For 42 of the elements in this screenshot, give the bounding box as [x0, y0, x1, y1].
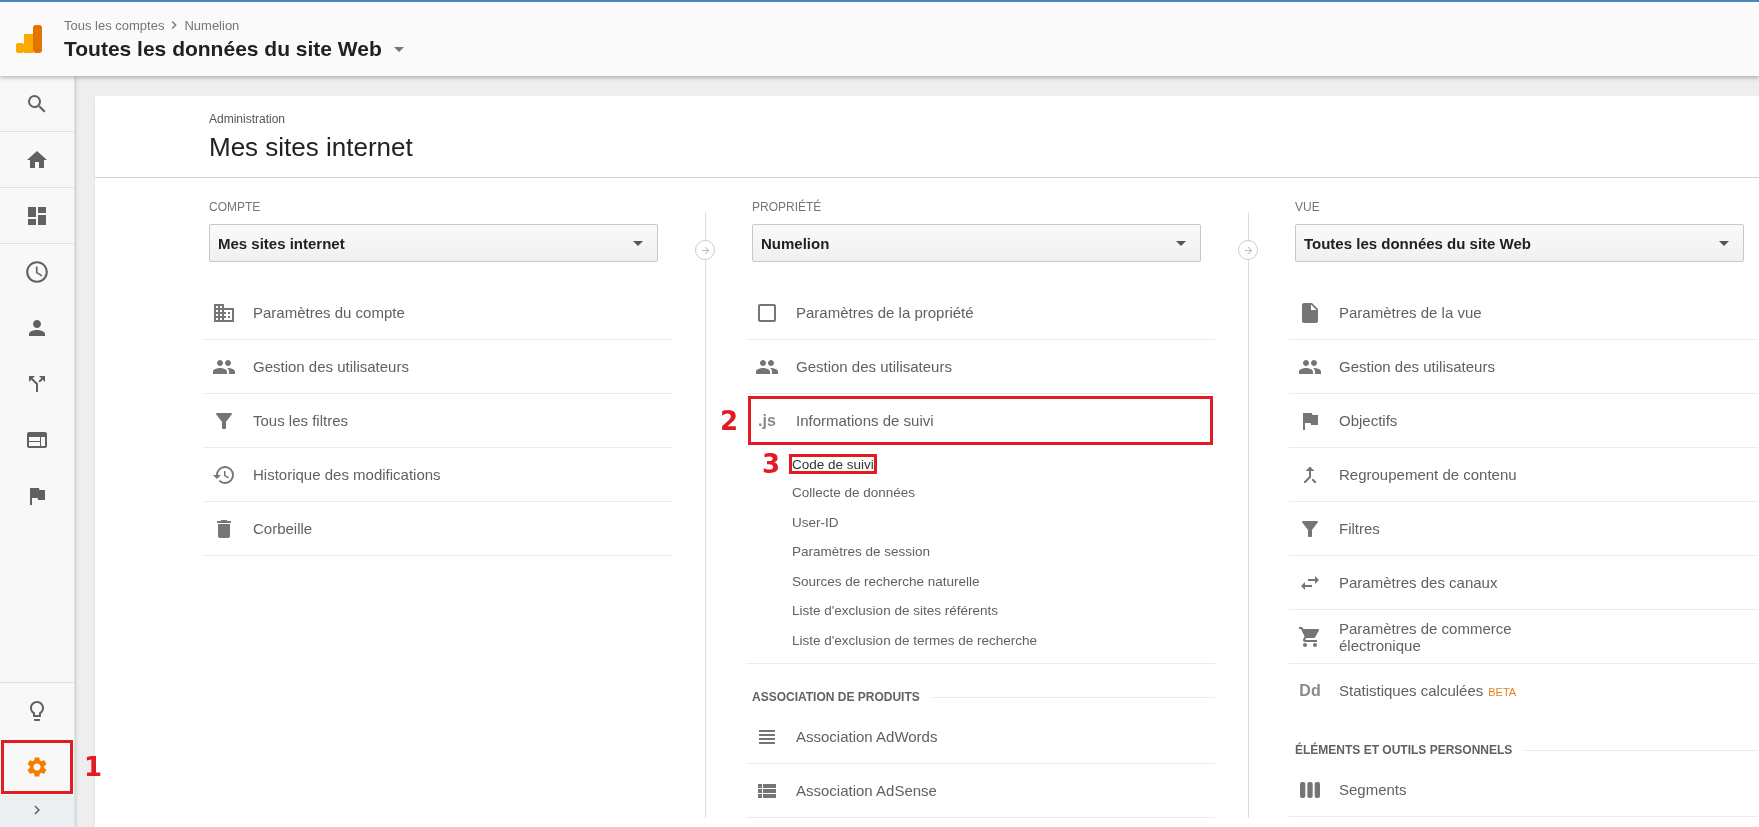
step-number: 2 [719, 407, 738, 434]
caret-icon [1719, 240, 1729, 246]
page-eyebrow: Administration [209, 112, 287, 126]
menu-item[interactable]: Filtres [1289, 502, 1758, 556]
menu-label: Statistiques calculées [1339, 682, 1484, 699]
column-label: VUE [1295, 200, 1321, 214]
caret-icon [1176, 240, 1186, 246]
caret-icon[interactable] [393, 46, 404, 52]
submenu-link[interactable]: Paramètres de session [788, 537, 935, 567]
menu-item[interactable]: Objectifs [1289, 394, 1758, 448]
step-number: 1 [84, 754, 103, 780]
caret-icon [633, 240, 643, 246]
dropdown[interactable]: Mes sites internet [209, 224, 658, 262]
submenu-link[interactable]: Collecte de données [788, 478, 920, 508]
dropdown[interactable]: Toutes les données du site Web [1295, 224, 1744, 262]
section-title: ÉLÉMENTS ET OUTILS PERSONNELS [1295, 743, 1513, 757]
settings-icon [25, 755, 49, 779]
menu-item[interactable]: Paramètres de commerce électronique [1289, 610, 1758, 664]
menu-item[interactable]: Paramètres des canaux [1289, 556, 1758, 610]
menu-item[interactable]: Gestion des utilisateurs [1289, 340, 1758, 394]
glyph-icon: Dd [1297, 681, 1323, 700]
submenu-link[interactable]: Liste d'exclusion de termes de recherche [788, 625, 1041, 655]
menu-item[interactable]: Paramètres de la vue [1289, 286, 1758, 340]
clock-icon [24, 259, 50, 285]
menu-item[interactable]: Segments [1289, 763, 1758, 817]
view-title[interactable]: Toutes les données du site Web [64, 37, 382, 61]
column-label: PROPRIÉTÉ [752, 200, 823, 214]
breadcrumb-link[interactable]: Numelion [184, 17, 240, 33]
section-title: ASSOCIATION DE PRODUITS [752, 690, 920, 704]
menu-item[interactable]: Dd Statistiques calculées BETA [1289, 664, 1758, 717]
beta-tag: BETA [1488, 686, 1517, 698]
page-title: Mes sites internet [209, 132, 414, 163]
step-number: 3 [761, 451, 780, 477]
logo-icon [16, 25, 42, 53]
submenu-link[interactable]: User-ID [788, 507, 843, 537]
breadcrumb-link[interactable]: Tous les comptes [64, 17, 165, 33]
glyph-icon: .js [754, 411, 780, 430]
dropdown[interactable]: Numelion [752, 224, 1201, 262]
submenu-link[interactable]: Liste d'exclusion de sites référents [788, 596, 1002, 626]
column-label: COMPTE [209, 200, 262, 214]
menu-item[interactable]: Regroupement de contenu [1289, 448, 1758, 502]
submenu-link[interactable]: Sources de recherche naturelle [788, 566, 984, 596]
